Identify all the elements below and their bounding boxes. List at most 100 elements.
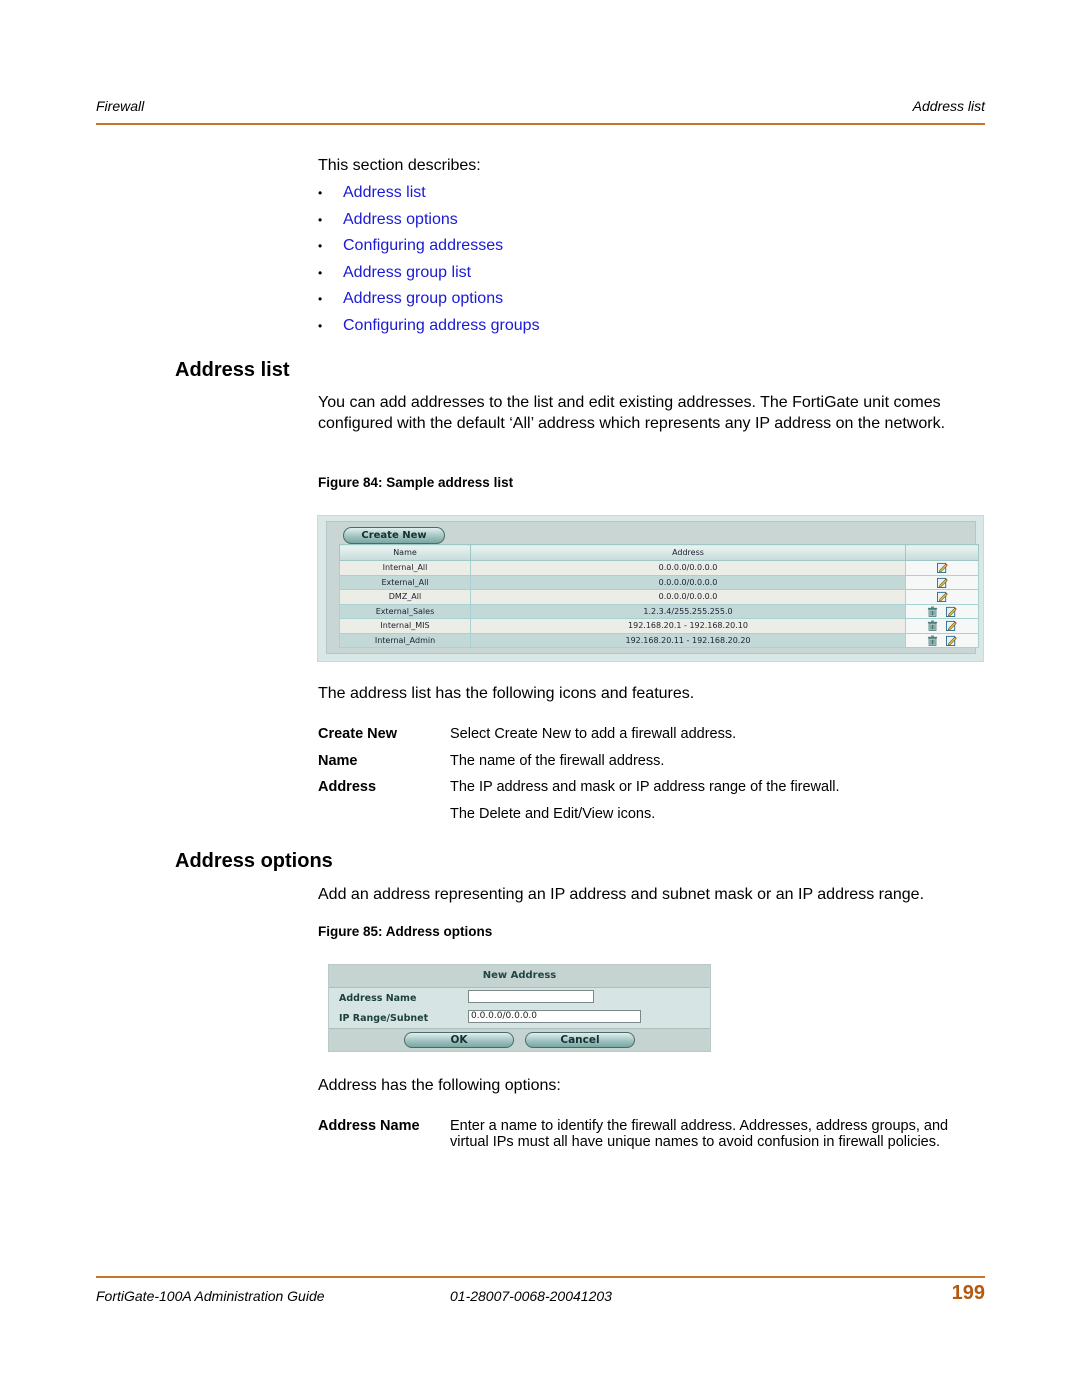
- footer-guide-title: FortiGate-100A Administration Guide: [96, 1288, 325, 1304]
- cell-name: Internal_All: [339, 560, 471, 576]
- cell-address: 0.0.0.0/0.0.0.0: [470, 560, 906, 576]
- bullet: •: [318, 318, 323, 333]
- feature-desc: Select Create New to add a firewall addr…: [450, 726, 737, 743]
- table-row: DMZ_All 0.0.0.0/0.0.0.0: [339, 589, 979, 605]
- delete-icon[interactable]: [927, 606, 938, 617]
- address-options-paragraph: Add an address representing an IP addres…: [318, 886, 925, 903]
- cell-address: 0.0.0.0/0.0.0.0: [470, 589, 906, 605]
- cell-name: Internal_MIS: [339, 618, 471, 634]
- toc-item: • Configuring addresses: [318, 233, 540, 260]
- header-rule: [96, 123, 985, 125]
- features-intro: The address list has the following icons…: [318, 685, 695, 702]
- feature-term: Address: [318, 779, 377, 796]
- cell-actions: [905, 589, 979, 605]
- toc-link-address-list[interactable]: Address list: [343, 184, 426, 202]
- figure-85-caption: Figure 85: Address options: [318, 924, 493, 939]
- section-toc: • Address list • Address options • Configur…: [318, 180, 540, 339]
- cell-address: 0.0.0.0/0.0.0.0: [470, 574, 906, 590]
- table-row: Internal_MIS 192.168.20.1 - 192.168.20.10: [339, 618, 979, 634]
- options-intro: Address has the following options:: [318, 1077, 561, 1094]
- cell-actions: [905, 574, 979, 590]
- cell-actions: [905, 560, 979, 576]
- heading-address-options: Address options: [175, 850, 333, 872]
- create-new-button[interactable]: Create New: [343, 527, 445, 544]
- toc-item: • Address group list: [318, 260, 540, 287]
- column-header-address: Address: [470, 544, 906, 561]
- cell-name: Internal_Admin: [339, 632, 471, 648]
- feature-row: Address The IP address and mask or IP add…: [318, 774, 840, 801]
- edit-icon[interactable]: [936, 577, 948, 588]
- figure-84-sample-address-list: Create New Name Address Internal_All 0.0.…: [317, 515, 984, 662]
- ip-range-subnet-label: IP Range/Subnet: [339, 1013, 429, 1024]
- toc-link-address-group-options[interactable]: Address group options: [343, 290, 503, 308]
- table-row: Internal_Admin 192.168.20.11 - 192.168.20…: [339, 632, 979, 648]
- cell-actions: [905, 632, 979, 648]
- address-table: Name Address Internal_All 0.0.0.0/0.0.0.0…: [339, 544, 979, 648]
- figure-85-new-address-dialog: New Address Address Name IP Range/Subnet…: [328, 964, 711, 1052]
- dialog-title: New Address: [329, 965, 710, 988]
- figure-84-caption: Figure 84: Sample address list: [318, 475, 514, 490]
- edit-icon[interactable]: [946, 606, 957, 617]
- edit-icon[interactable]: [946, 620, 957, 632]
- dialog-footer: OK Cancel: [329, 1028, 710, 1051]
- toc-item: • Address options: [318, 207, 540, 234]
- delete-icon[interactable]: [927, 620, 938, 632]
- feature-desc: The Delete and Edit/View icons.: [450, 805, 656, 822]
- cell-name: External_Sales: [339, 603, 471, 619]
- table-row: External_All 0.0.0.0/0.0.0.0: [339, 574, 979, 590]
- toc-item: • Address group options: [318, 286, 540, 313]
- address-list-panel: Create New Name Address Internal_All 0.0.…: [326, 521, 979, 654]
- address-name-label: Address Name: [339, 993, 417, 1004]
- column-header-name: Name: [339, 544, 471, 561]
- bullet: •: [318, 239, 323, 254]
- feature-term: Name: [318, 752, 358, 769]
- toc-link-configuring-address-groups[interactable]: Configuring address groups: [343, 317, 540, 335]
- column-header-actions: [905, 544, 979, 561]
- footer-rule: [96, 1276, 985, 1278]
- cancel-button[interactable]: Cancel: [525, 1032, 635, 1048]
- option-desc: Enter a name to identify the firewall ad…: [450, 1118, 949, 1150]
- toc-item: • Address list: [318, 180, 540, 207]
- footer-doc-number: 01-28007-0068-20041203: [450, 1288, 612, 1304]
- feature-desc: The IP address and mask or IP address ra…: [450, 779, 840, 796]
- address-table-body: Internal_All 0.0.0.0/0.0.0.0 External_All 0…: [339, 560, 979, 648]
- table-row: Internal_All 0.0.0.0/0.0.0.0: [339, 560, 979, 576]
- cell-address: 192.168.20.1 - 192.168.20.10: [470, 618, 906, 634]
- feature-row: Create New Select Create New to add a fir…: [318, 721, 840, 748]
- cell-name: External_All: [339, 574, 471, 590]
- cell-address: 192.168.20.11 - 192.168.20.20: [470, 632, 906, 648]
- table-header-row: Name Address: [339, 544, 979, 561]
- feature-row: Name The name of the firewall address.: [318, 748, 840, 775]
- edit-icon[interactable]: [936, 591, 948, 603]
- toc-link-configuring-addresses[interactable]: Configuring addresses: [343, 237, 503, 255]
- toc-item: • Configuring address groups: [318, 313, 540, 340]
- feature-desc: The name of the firewall address.: [450, 752, 665, 769]
- option-term: Address Name: [318, 1118, 420, 1134]
- cell-actions: [905, 603, 979, 619]
- toc-link-address-options[interactable]: Address options: [343, 211, 458, 229]
- address-list-paragraph: You can add addresses to the list and ed…: [318, 394, 946, 432]
- edit-icon[interactable]: [936, 562, 948, 574]
- cell-actions: [905, 618, 979, 634]
- delete-icon[interactable]: [927, 635, 938, 646]
- toc-link-address-group-list[interactable]: Address group list: [343, 264, 471, 282]
- ip-range-subnet-input[interactable]: 0.0.0.0/0.0.0.0: [468, 1010, 641, 1023]
- bullet: •: [318, 186, 323, 201]
- table-row: External_Sales 1.2.3.4/255.255.255.0: [339, 603, 979, 619]
- header-topic: Address list: [912, 98, 985, 114]
- feature-row: The Delete and Edit/View icons.: [318, 801, 840, 828]
- intro-lead: This section describes:: [318, 157, 481, 174]
- cell-name: DMZ_All: [339, 589, 471, 605]
- header-section: Firewall: [96, 98, 145, 114]
- bullet: •: [318, 212, 323, 227]
- bullet: •: [318, 292, 323, 307]
- heading-address-list: Address list: [175, 359, 290, 381]
- ok-button[interactable]: OK: [404, 1032, 514, 1048]
- cell-address: 1.2.3.4/255.255.255.0: [470, 603, 906, 619]
- features-list: Create New Select Create New to add a fir…: [318, 721, 840, 827]
- page-number: 199: [951, 1282, 985, 1304]
- address-name-input[interactable]: [468, 990, 594, 1003]
- bullet: •: [318, 265, 323, 280]
- edit-icon[interactable]: [946, 635, 957, 646]
- feature-term: Create New: [318, 726, 397, 743]
